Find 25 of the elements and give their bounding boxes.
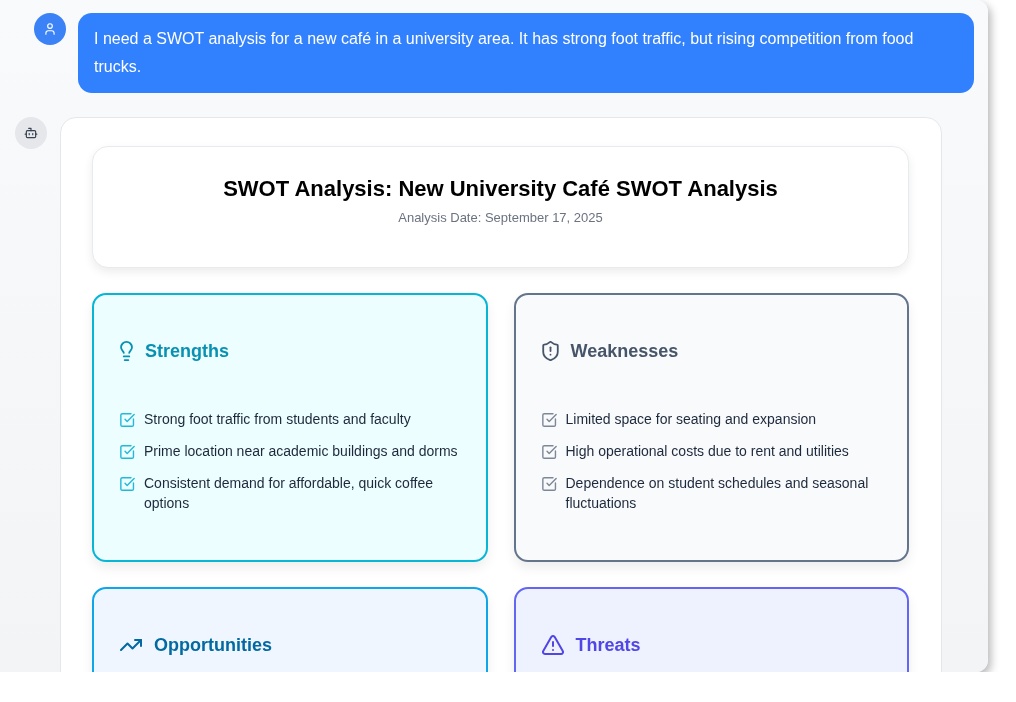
user-avatar-icon	[34, 13, 66, 45]
list-item: Dependence on student schedules and seasonal fluctuations	[565, 474, 870, 513]
list-item: High operational costs due to rent and utilities	[565, 442, 849, 461]
check-square-icon	[120, 445, 135, 459]
check-square-icon	[120, 477, 135, 491]
card-heading: Weaknesses	[570, 340, 679, 363]
list-item: Prime location near academic buildings and dorms	[144, 442, 458, 461]
user-message: I need a SWOT analysis for a new café in a university area. It has strong foot traffic, but rising competition from food trucks.	[78, 13, 974, 93]
list-item: Strong foot traffic from students and faculty	[144, 410, 411, 429]
check-square-icon	[541, 413, 557, 427]
card-heading: Opportunities	[154, 634, 272, 657]
warning-icon	[541, 635, 564, 655]
card-heading: Threats	[575, 634, 641, 657]
list-item: Limited space for seating and expansion	[565, 410, 817, 429]
check-square-icon	[541, 445, 557, 459]
bot-avatar-icon	[15, 117, 47, 149]
check-square-icon	[541, 477, 557, 491]
check-square-icon	[120, 413, 135, 427]
lightbulb-icon	[120, 341, 133, 361]
trend-up-icon	[120, 639, 142, 651]
shield-alert-icon	[541, 341, 559, 361]
report-date: Analysis Date: September 17, 2025	[397, 209, 604, 227]
card-heading: Strengths	[145, 340, 229, 363]
report-title: SWOT Analysis: New University Café SWOT Analysis	[222, 175, 779, 203]
list-item: Consistent demand for affordable, quick coffee options	[144, 474, 434, 513]
